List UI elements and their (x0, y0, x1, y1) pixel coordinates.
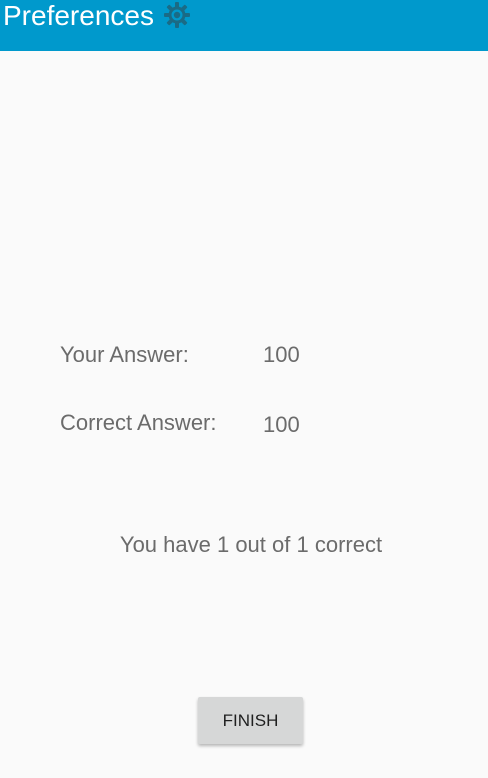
score-summary: You have 1 out of 1 correct (119, 532, 383, 557)
your-answer-label: Your Answer: (60, 342, 189, 367)
correct-answer-label: Correct Answer: (60, 410, 217, 435)
correct-answer-value: 100 (263, 412, 300, 437)
app-bar: Preferences (0, 0, 488, 51)
finish-button[interactable]: FINISH (198, 697, 303, 744)
gear-icon[interactable] (163, 1, 191, 29)
your-answer-value: 100 (263, 342, 300, 367)
app-title: Preferences (3, 0, 154, 31)
